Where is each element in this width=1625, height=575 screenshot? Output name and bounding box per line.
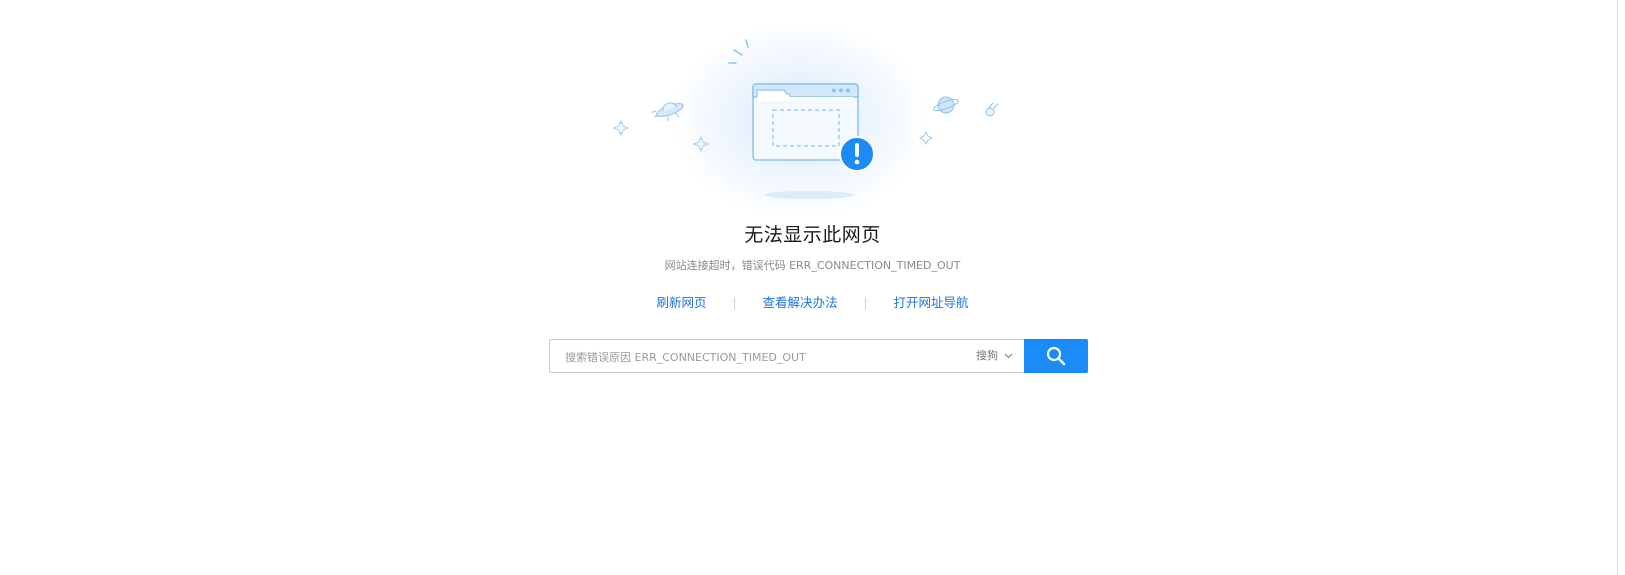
- error-illustration: [600, 20, 1020, 220]
- search-engine-select[interactable]: 搜狗: [976, 340, 1013, 372]
- search-button[interactable]: [1024, 339, 1088, 373]
- search-box: 搜狗: [549, 339, 1025, 374]
- error-subtitle: 网站连接超时，错误代码 ERR_CONNECTION_TIMED_OUT: [664, 259, 961, 272]
- browser-window-error-illustration: [612, 39, 999, 199]
- exclamation-icon: [839, 136, 875, 172]
- scrollbar-divider: [1617, 0, 1618, 575]
- search-icon: [1046, 346, 1066, 366]
- view-solutions-link[interactable]: 查看解决办法: [762, 295, 837, 310]
- chevron-down-icon: [1004, 340, 1013, 372]
- search-bar: 搜狗: [549, 339, 1088, 374]
- error-page: 无法显示此网页 网站连接超时，错误代码 ERR_CONNECTION_TIMED…: [0, 0, 1625, 575]
- refresh-link[interactable]: 刷新网页: [656, 295, 706, 310]
- action-links: 刷新网页 | 查看解决办法 | 打开网址导航: [0, 292, 1625, 311]
- search-engine-label: 搜狗: [976, 349, 998, 362]
- separator: |: [863, 296, 868, 310]
- search-input[interactable]: [563, 340, 947, 374]
- error-title: 无法显示此网页: [744, 224, 881, 246]
- open-navigation-link[interactable]: 打开网址导航: [894, 295, 969, 310]
- separator: |: [732, 296, 737, 310]
